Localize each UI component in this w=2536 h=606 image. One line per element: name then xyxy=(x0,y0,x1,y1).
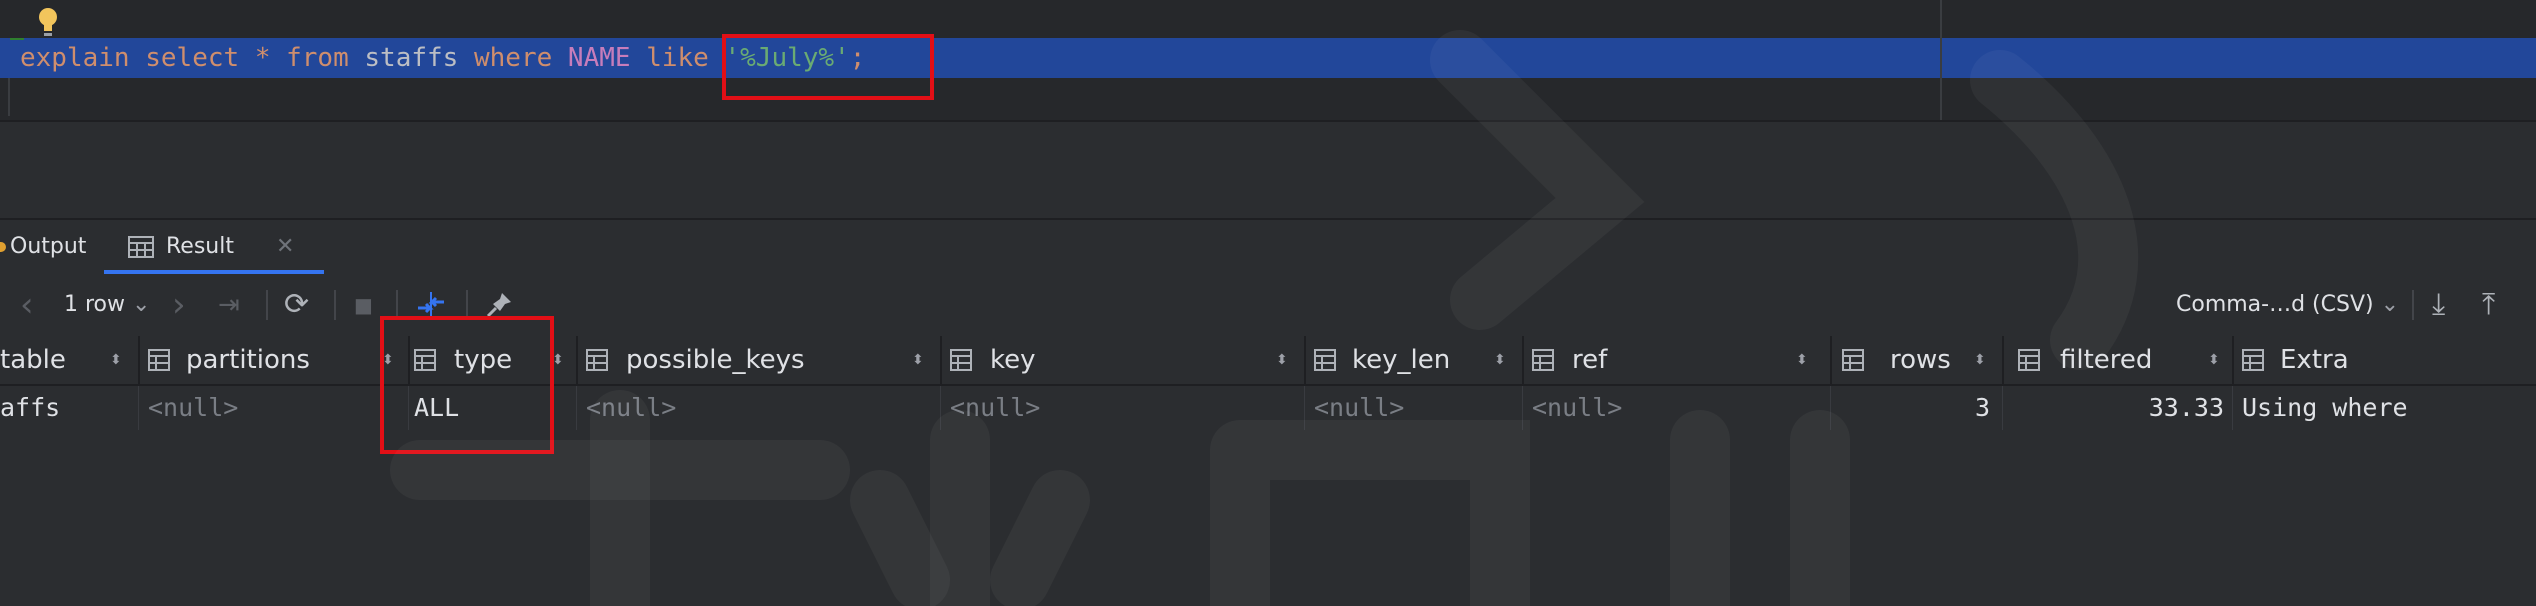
table-icon xyxy=(1314,349,1336,371)
cell-key-len[interactable]: <null> xyxy=(1314,386,1404,430)
column-divider xyxy=(576,386,577,430)
editor-scroll-area xyxy=(0,122,2536,218)
table-icon xyxy=(950,349,972,371)
column-divider xyxy=(2232,386,2233,430)
sql-editor[interactable]: explain select * from staffs where NAME … xyxy=(0,0,2536,122)
tab-output-label: Output xyxy=(10,234,87,259)
table-icon xyxy=(586,349,608,371)
column-header-label: ref xyxy=(1572,345,1608,375)
upload-icon[interactable]: ⤒ xyxy=(2482,274,2495,336)
annotation-box-like-pattern xyxy=(722,34,934,100)
sql-token-kw: select xyxy=(145,43,240,73)
sql-token-plain xyxy=(631,43,647,73)
sort-icon[interactable]: ⬍ xyxy=(912,336,924,384)
result-grid-empty-area xyxy=(0,430,2536,606)
sql-token-kw: explain xyxy=(20,43,130,73)
sql-token-kw: like xyxy=(646,43,709,73)
cell-filtered[interactable]: 33.33 xyxy=(2018,386,2224,430)
column-header-label: filtered xyxy=(2060,345,2153,375)
lightbulb-icon[interactable] xyxy=(36,6,60,40)
export-format-label: Comma-…d (CSV) xyxy=(2176,292,2374,317)
column-divider xyxy=(2002,386,2003,430)
sql-token-col: NAME xyxy=(567,43,631,73)
sql-token-kw: * xyxy=(254,43,271,73)
column-header-label: rows xyxy=(1890,345,1951,375)
table-icon xyxy=(2242,349,2264,371)
cell-possible-keys[interactable]: <null> xyxy=(586,386,676,430)
column-header-label: Extra xyxy=(2280,345,2349,375)
previous-page-icon[interactable]: ‹ xyxy=(20,274,34,336)
column-header-table[interactable]: table xyxy=(0,336,66,384)
table-icon xyxy=(1842,349,1864,371)
right-margin-guide xyxy=(1940,0,1942,122)
table-icon xyxy=(148,349,170,371)
toolbar-separator xyxy=(266,290,268,320)
cell-rows[interactable]: 3 xyxy=(1842,386,1990,430)
close-icon[interactable]: ✕ xyxy=(276,220,294,274)
row-count-selector[interactable]: 1 row ⌄ xyxy=(64,274,150,336)
column-divider xyxy=(940,386,941,430)
cell-table[interactable]: affs xyxy=(0,386,60,430)
refresh-icon[interactable]: ⟳ xyxy=(284,274,309,336)
export-format-selector[interactable]: Comma-…d (CSV) ⌄ xyxy=(2176,274,2399,336)
column-divider xyxy=(1522,386,1523,430)
sort-icon[interactable]: ⬍ xyxy=(110,336,122,384)
sql-token-plain xyxy=(239,43,255,73)
sql-token-kw: where xyxy=(473,43,553,73)
column-divider xyxy=(138,336,140,384)
column-header-label: partitions xyxy=(186,345,310,375)
chevron-down-icon: ⌄ xyxy=(2380,292,2400,317)
column-divider xyxy=(138,386,139,430)
sort-icon[interactable]: ⬍ xyxy=(2208,336,2220,384)
row-count-label: 1 row xyxy=(64,292,126,317)
column-divider xyxy=(1304,386,1305,430)
column-header-label: possible_keys xyxy=(626,345,805,375)
column-header-label: table xyxy=(0,345,66,375)
column-divider xyxy=(1830,386,1831,430)
column-header-label: key xyxy=(990,345,1036,375)
cell-key[interactable]: <null> xyxy=(950,386,1040,430)
cell-extra[interactable]: Using where xyxy=(2242,386,2408,430)
toolbar-separator xyxy=(334,290,336,320)
stop-icon[interactable]: ■ xyxy=(354,274,373,336)
sql-token-plain xyxy=(552,43,568,73)
column-divider xyxy=(1830,336,1832,384)
column-divider xyxy=(1522,336,1524,384)
results-tab-bar: Output Result 57 ✕ xyxy=(0,220,2536,313)
annotation-box-type-all xyxy=(380,316,554,454)
table-icon xyxy=(1532,349,1554,371)
sql-token-plain: staffs xyxy=(348,43,474,73)
column-divider xyxy=(2232,336,2234,384)
cell-ref[interactable]: <null> xyxy=(1532,386,1622,430)
sort-icon[interactable]: ⬍ xyxy=(1796,336,1808,384)
chevron-down-icon: ⌄ xyxy=(132,292,151,317)
column-divider xyxy=(576,336,578,384)
sort-icon[interactable]: ⬍ xyxy=(1276,336,1288,384)
download-icon[interactable]: ⤓ xyxy=(2432,274,2445,336)
sql-token-plain xyxy=(130,43,146,73)
column-divider xyxy=(1304,336,1306,384)
sql-token-plain xyxy=(270,43,286,73)
sql-token-kw: from xyxy=(286,43,349,73)
column-header-label: key_len xyxy=(1352,345,1451,375)
column-divider xyxy=(2002,336,2004,384)
next-page-icon[interactable]: › xyxy=(172,274,186,336)
sort-icon[interactable]: ⬍ xyxy=(1974,336,1986,384)
cell-partitions[interactable]: <null> xyxy=(148,386,238,430)
output-status-icon xyxy=(0,242,6,252)
table-icon xyxy=(128,236,154,258)
last-page-icon[interactable]: ⇥ xyxy=(218,274,240,336)
sort-icon[interactable]: ⬍ xyxy=(1494,336,1506,384)
table-icon xyxy=(2018,349,2040,371)
toolbar-separator xyxy=(2412,290,2414,320)
column-divider xyxy=(940,336,942,384)
